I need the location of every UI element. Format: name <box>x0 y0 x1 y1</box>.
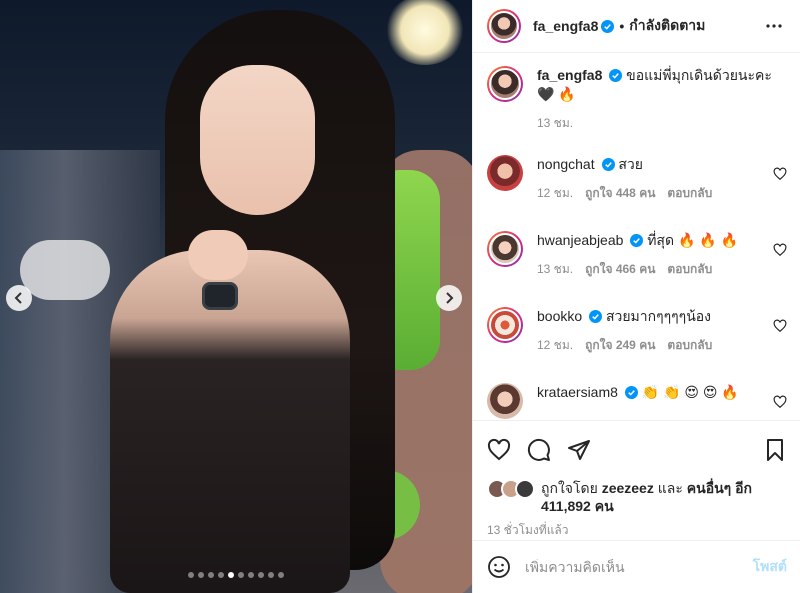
slide-dot <box>228 572 234 578</box>
comment-likes[interactable]: ถูกใจ 249 คน <box>585 336 655 355</box>
previous-slide-button[interactable] <box>6 285 32 311</box>
caption-time[interactable]: 13 ชม. <box>537 114 573 133</box>
slide-indicator <box>0 572 472 578</box>
commenter-avatar[interactable] <box>487 307 523 343</box>
comment-item: krataersiam8 👏 👏 😍 😍 🔥 <box>487 383 787 419</box>
header-separator: • <box>619 18 625 34</box>
post-caption: fa_engfa8 ขอแม่พี่มุกเดินด้วยนะคะ 🖤 🔥 13… <box>487 66 787 133</box>
post-comment-button[interactable]: โพสต์ <box>753 556 787 578</box>
model-hand <box>188 230 248 280</box>
verified-badge-icon <box>589 310 603 323</box>
author-avatar[interactable] <box>487 9 521 43</box>
reply-button[interactable]: ตอบกลับ <box>667 260 712 279</box>
verified-badge-icon <box>624 386 638 399</box>
verified-badge-icon <box>609 69 623 82</box>
action-icons-bar <box>487 421 787 479</box>
commenter-avatar[interactable] <box>487 231 523 267</box>
slide-dot <box>248 572 254 578</box>
chevron-right-icon <box>446 292 454 304</box>
likes-middle: และ <box>657 480 683 496</box>
comment-username[interactable]: hwanjeabjeab <box>537 232 623 248</box>
comment-text: สวยมากๆๆๆๆน้อง <box>605 308 712 324</box>
comment-likes[interactable]: ถูกใจ 466 คน <box>585 260 655 279</box>
comment-item: nongchat สวย 12 ชม. ถูกใจ 448 คน ตอบกลับ <box>487 155 787 203</box>
commenter-avatar[interactable] <box>487 383 523 419</box>
reply-button[interactable]: ตอบกลับ <box>667 184 712 203</box>
caption-avatar[interactable] <box>487 66 523 102</box>
comment-username[interactable]: bookko <box>537 308 582 324</box>
more-options-button[interactable] <box>762 14 786 38</box>
like-comment-heart-icon[interactable] <box>773 319 787 333</box>
caption-emojis: 🖤 🔥 <box>537 86 576 102</box>
model-watch <box>202 282 238 310</box>
comment-bubble-icon[interactable] <box>527 438 551 462</box>
commenter-avatar[interactable] <box>487 155 523 191</box>
verified-badge-icon <box>630 234 644 247</box>
emoji-smiley-icon[interactable] <box>487 555 511 579</box>
liker-avatar <box>515 479 535 499</box>
slide-dot <box>198 572 204 578</box>
post-timestamp[interactable]: 13 ชั่วโมงที่แล้ว <box>487 521 787 540</box>
share-paper-plane-icon[interactable] <box>567 438 591 462</box>
audience-face-mask <box>20 240 110 300</box>
save-bookmark-icon[interactable] <box>763 438 787 462</box>
caption-username[interactable]: fa_engfa8 <box>537 67 602 83</box>
slide-dot <box>278 572 284 578</box>
comment-text: สวย <box>618 156 643 172</box>
comment-username[interactable]: krataersiam8 <box>537 384 618 400</box>
likers-avatar-stack[interactable] <box>487 479 541 501</box>
caption-text: ขอแม่พี่มุกเดินด้วยนะคะ <box>626 67 772 83</box>
slide-dot <box>188 572 194 578</box>
like-heart-icon[interactable] <box>487 438 511 462</box>
likes-count[interactable]: 411,892 คน <box>541 498 614 514</box>
chevron-left-icon <box>14 292 22 304</box>
post-media[interactable] <box>0 0 472 593</box>
verified-badge-icon <box>601 158 615 171</box>
reply-button[interactable]: ตอบกลับ <box>667 336 712 355</box>
likes-summary: ถูกใจโดย zeezeez และ คนอื่นๆ อีก 411,892… <box>487 479 787 515</box>
comment-time[interactable]: 12 ชม. <box>537 336 573 355</box>
slide-dot <box>238 572 244 578</box>
comment-item: bookko สวยมากๆๆๆๆน้อง 12 ชม. ถูกใจ 249 ค… <box>487 307 787 355</box>
comment-username[interactable]: nongchat <box>537 156 595 172</box>
comment-item: hwanjeabjeab ที่สุด 🔥 🔥 🔥 13 ชม. ถูกใจ 4… <box>487 231 787 279</box>
comment-time[interactable]: 13 ชม. <box>537 260 573 279</box>
model-face <box>200 65 315 215</box>
post-actions: ถูกใจโดย zeezeez และ คนอื่นๆ อีก 411,892… <box>473 420 800 540</box>
like-comment-heart-icon[interactable] <box>773 243 787 257</box>
slide-dot <box>258 572 264 578</box>
author-username[interactable]: fa_engfa8 <box>533 18 598 34</box>
more-horizontal-icon <box>766 24 782 28</box>
stage-light <box>385 0 465 65</box>
slide-dot <box>208 572 214 578</box>
post-sidebar: fa_engfa8 • กำลังติดตาม fa_engfa8 ขอแม่พ… <box>472 0 800 593</box>
comment-likes[interactable]: ถูกใจ 448 คน <box>585 184 655 203</box>
comments-list[interactable]: fa_engfa8 ขอแม่พี่มุกเดินด้วยนะคะ 🖤 🔥 13… <box>473 54 800 419</box>
verified-badge-icon <box>601 19 615 33</box>
comment-time[interactable]: 12 ชม. <box>537 184 573 203</box>
likes-prefix: ถูกใจโดย <box>541 480 598 496</box>
liker-username[interactable]: zeezeez <box>602 480 654 496</box>
following-button[interactable]: กำลังติดตาม <box>629 15 705 37</box>
next-slide-button[interactable] <box>436 285 462 311</box>
add-comment-bar: โพสต์ <box>473 540 800 593</box>
post-header: fa_engfa8 • กำลังติดตาม <box>473 0 800 53</box>
slide-dot <box>268 572 274 578</box>
like-comment-heart-icon[interactable] <box>773 395 787 409</box>
comment-text: ที่สุด 🔥 🔥 🔥 <box>647 232 739 248</box>
comment-input[interactable] <box>525 559 753 575</box>
likes-others-link[interactable]: คนอื่นๆ อีก <box>687 480 752 496</box>
like-comment-heart-icon[interactable] <box>773 167 787 181</box>
comment-text: 👏 👏 😍 😍 🔥 <box>641 384 739 400</box>
slide-dot <box>218 572 224 578</box>
